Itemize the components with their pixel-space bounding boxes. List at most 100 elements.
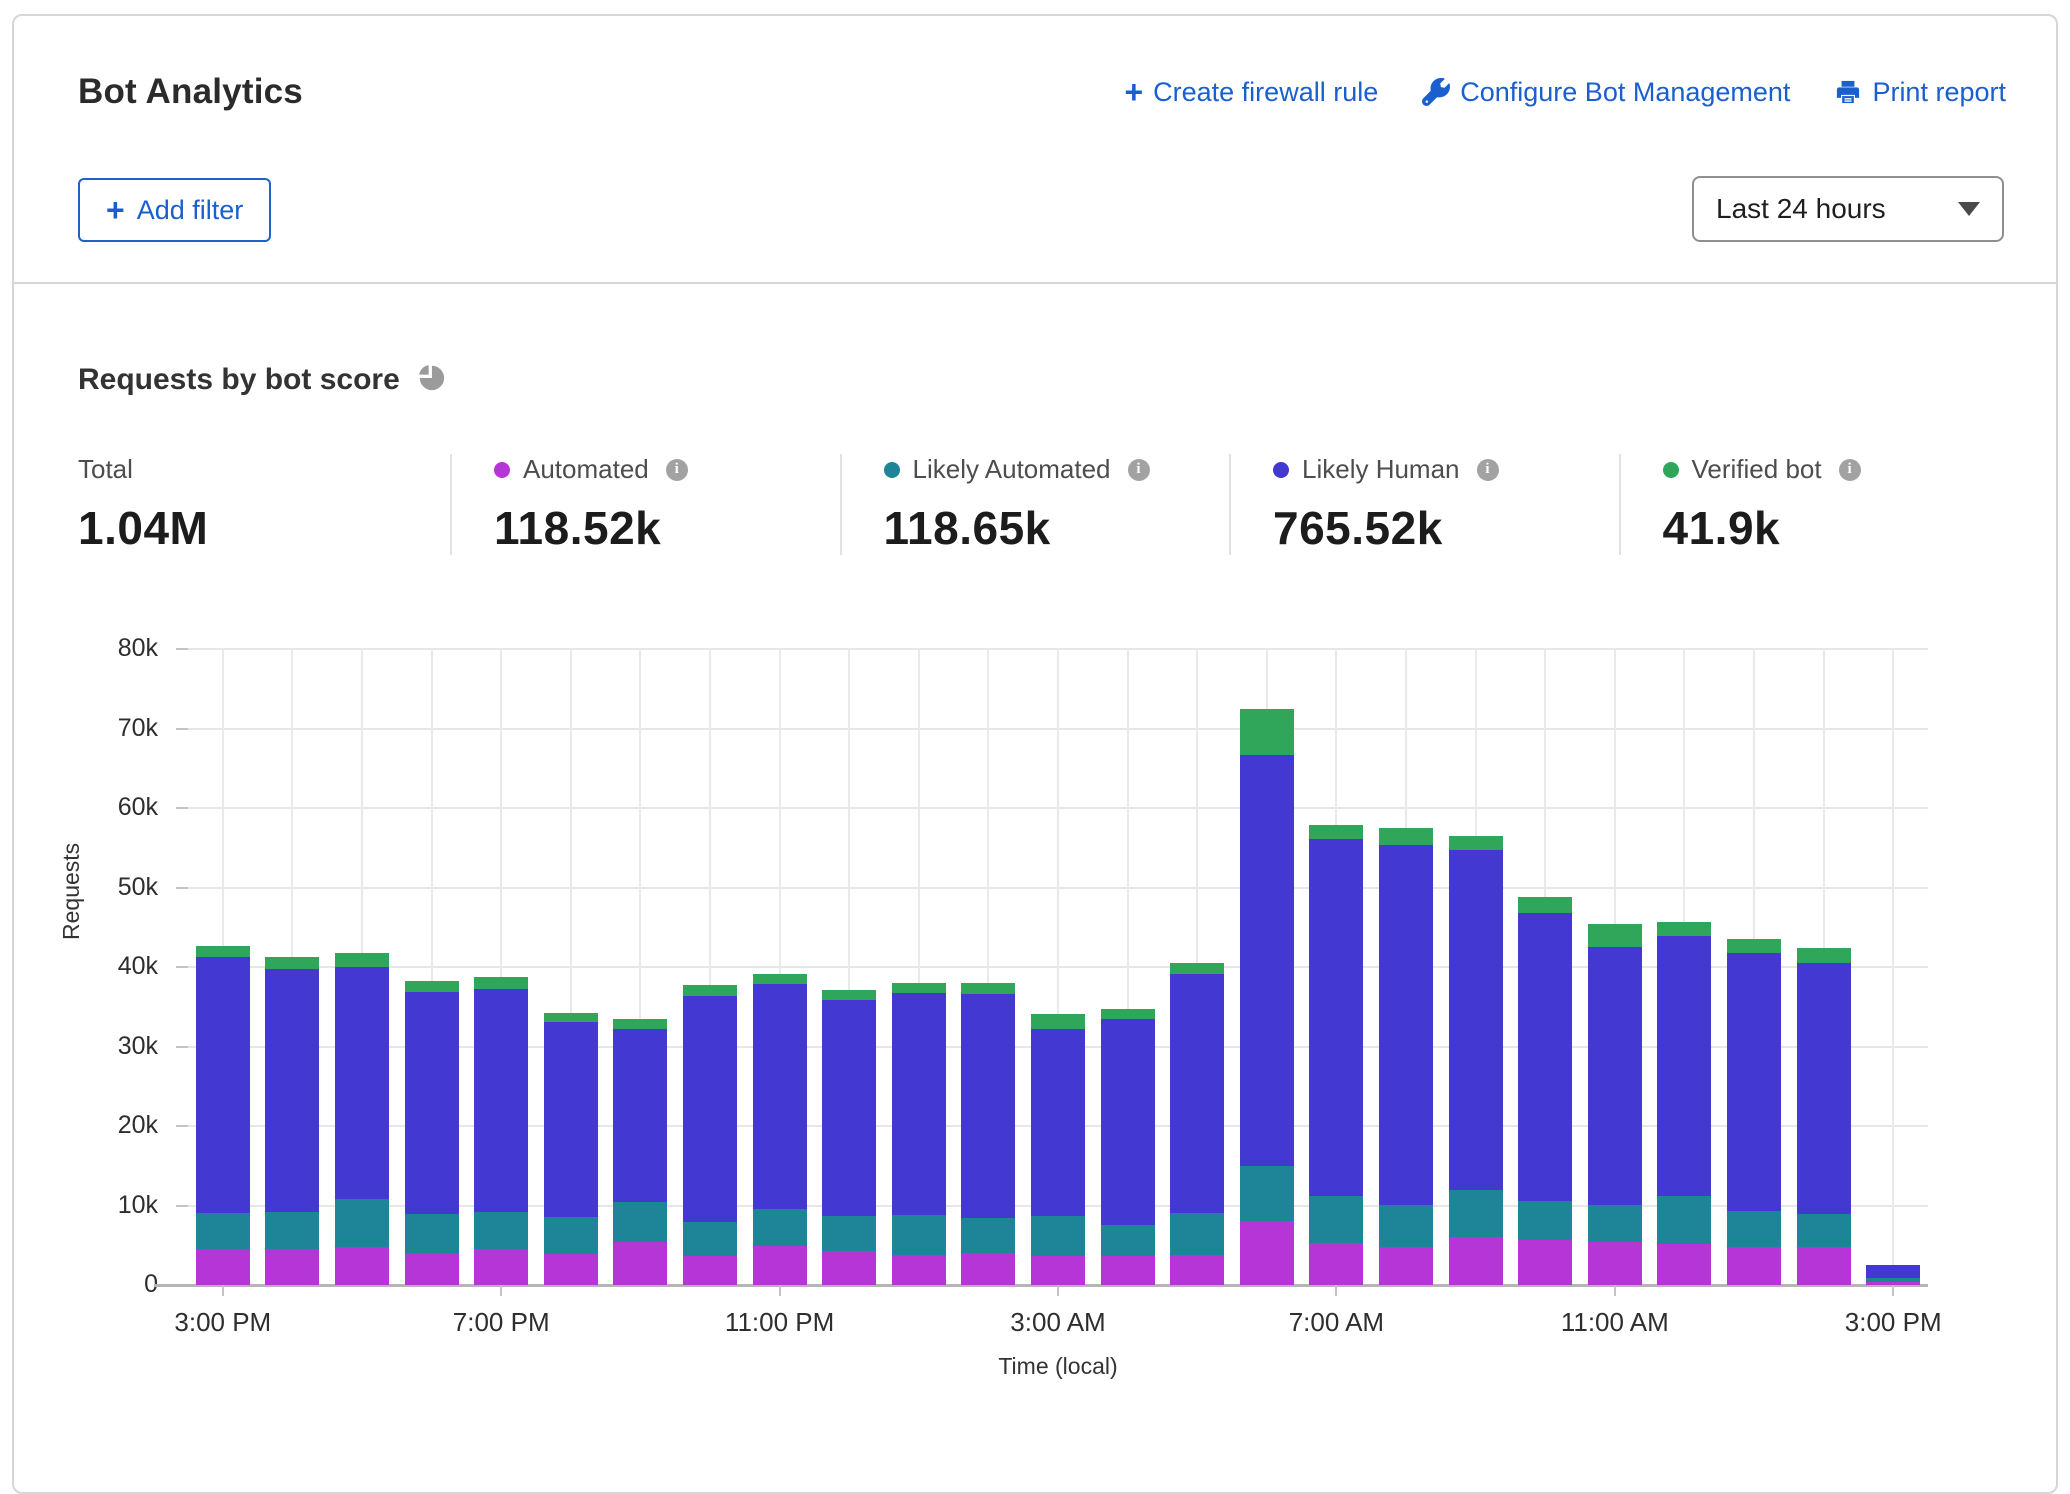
time-range-value: Last 24 hours <box>1716 193 1886 225</box>
bar-segment-verified-bot <box>196 946 250 957</box>
bar-segment-verified-bot <box>544 1013 598 1022</box>
bar-segment-likely-human <box>1240 755 1294 1166</box>
bar-segment-automated <box>1797 1247 1851 1285</box>
stacked-bar-500am[interactable] <box>1170 963 1224 1285</box>
info-icon[interactable]: i <box>1477 459 1499 481</box>
x-axis-tick <box>1614 1285 1616 1296</box>
bar-segment-likely-human <box>753 984 807 1209</box>
x-tick-label: 11:00 AM <box>1561 1307 1669 1338</box>
bar-segment-verified-bot <box>683 985 737 996</box>
stacked-bar-700am[interactable] <box>1309 825 1363 1285</box>
y-tick-label: 30k <box>38 1032 158 1061</box>
bar-segment-verified-bot <box>753 974 807 984</box>
stacked-bar-100pm[interactable] <box>1727 939 1781 1285</box>
bar-segment-likely-human <box>1657 936 1711 1196</box>
bar-segment-likely-human <box>405 992 459 1214</box>
stacked-bar-400am[interactable] <box>1101 1009 1155 1285</box>
bar-segment-likely-automated <box>265 1212 319 1249</box>
bar-segment-likely-human <box>1449 850 1503 1190</box>
info-icon[interactable]: i <box>1839 459 1861 481</box>
stacked-bar-800am[interactable] <box>1379 828 1433 1285</box>
gridline-vertical <box>1892 649 1894 1285</box>
add-filter-button[interactable]: + Add filter <box>78 178 271 242</box>
bar-segment-automated <box>1727 1247 1781 1285</box>
bar-segment-likely-human <box>822 1000 876 1216</box>
bar-segment-likely-automated <box>1240 1166 1294 1221</box>
stacked-bar-300am[interactable] <box>1031 1014 1085 1285</box>
bar-segment-likely-human <box>683 996 737 1222</box>
bar-segment-likely-automated <box>1449 1190 1503 1237</box>
stacked-bar-1100am[interactable] <box>1588 924 1642 1285</box>
stat-likely-human: Likely Human i 765.52k <box>1229 454 1619 555</box>
bar-segment-likely-automated <box>1031 1216 1085 1256</box>
stacked-bar-800pm[interactable] <box>544 1013 598 1285</box>
bar-segment-automated <box>1309 1243 1363 1285</box>
stacked-bar-1200am[interactable] <box>822 990 876 1285</box>
bar-segment-automated <box>1588 1242 1642 1285</box>
y-tick-label: 50k <box>38 873 158 902</box>
bar-segment-likely-human <box>335 967 389 1199</box>
bar-segment-automated <box>892 1255 946 1285</box>
stacked-bar-100am[interactable] <box>892 983 946 1285</box>
bar-segment-verified-bot <box>1797 948 1851 963</box>
x-axis-tick <box>1892 1285 1894 1296</box>
stacked-bar-1100pm[interactable] <box>753 974 807 1285</box>
stacked-bar-300pm[interactable] <box>196 946 250 1285</box>
bar-segment-verified-bot <box>822 990 876 1000</box>
print-report-link[interactable]: Print report <box>1834 77 2006 108</box>
stacked-bar-700pm[interactable] <box>474 977 528 1285</box>
bar-segment-likely-human <box>1031 1029 1085 1216</box>
create-firewall-rule-link[interactable]: + Create firewall rule <box>1124 76 1378 108</box>
bar-segment-automated <box>613 1242 667 1285</box>
x-tick-label: 3:00 PM <box>174 1307 271 1338</box>
y-tick-label: 80k <box>38 634 158 663</box>
info-icon[interactable]: i <box>1128 459 1150 481</box>
create-firewall-rule-label: Create firewall rule <box>1153 77 1378 108</box>
stacked-bar-600am[interactable] <box>1240 709 1294 1285</box>
y-axis-tick <box>176 807 188 809</box>
bar-segment-likely-human <box>1727 953 1781 1211</box>
bar-segment-verified-bot <box>1518 897 1572 913</box>
stat-value: 118.65k <box>884 501 1210 555</box>
x-axis-tick <box>500 1285 502 1296</box>
stacked-bar-1200pm[interactable] <box>1657 922 1711 1285</box>
bar-segment-likely-automated <box>544 1217 598 1254</box>
card-header: Bot Analytics + Create firewall rule Con… <box>14 16 2056 284</box>
bar-segment-likely-human <box>1309 839 1363 1196</box>
bar-segment-likely-human <box>544 1022 598 1217</box>
bar-segment-verified-bot <box>1449 836 1503 850</box>
stat-label: Automated <box>523 454 649 485</box>
stacked-bar-1000am[interactable] <box>1518 897 1572 1285</box>
stacked-bar-1000pm[interactable] <box>683 985 737 1285</box>
stacked-bar-900pm[interactable] <box>613 1019 667 1285</box>
requests-by-bot-score-chart: 010k20k30k40k50k60k70k80k3:00 PM7:00 PM1… <box>188 649 1928 1285</box>
stat-value: 1.04M <box>78 501 430 555</box>
y-tick-label: 10k <box>38 1191 158 1220</box>
time-range-dropdown[interactable]: Last 24 hours <box>1692 176 2004 242</box>
x-axis-title: Time (local) <box>998 1353 1117 1380</box>
y-axis-tick <box>176 648 188 650</box>
bar-segment-likely-automated <box>1727 1211 1781 1247</box>
likely-human-legend-dot <box>1273 462 1289 478</box>
configure-bot-management-link[interactable]: Configure Bot Management <box>1422 77 1790 108</box>
stats-row: Total 1.04M Automated i 118.52k Likely A… <box>78 454 2008 555</box>
x-axis-tick <box>779 1285 781 1296</box>
stacked-bar-500pm[interactable] <box>335 953 389 1285</box>
stacked-bar-600pm[interactable] <box>405 981 459 1285</box>
bar-segment-automated <box>961 1253 1015 1285</box>
bar-segment-automated <box>683 1256 737 1285</box>
stacked-bar-400pm[interactable] <box>265 957 319 1285</box>
bar-segment-likely-automated <box>1170 1213 1224 1255</box>
x-tick-label: 7:00 AM <box>1289 1307 1384 1338</box>
x-axis-tick <box>1057 1285 1059 1296</box>
x-tick-label: 11:00 PM <box>725 1307 834 1338</box>
info-icon[interactable]: i <box>666 459 688 481</box>
stacked-bar-900am[interactable] <box>1449 836 1503 1285</box>
bar-segment-likely-human <box>474 989 528 1212</box>
stacked-bar-300pm[interactable] <box>1866 1265 1920 1285</box>
stat-automated: Automated i 118.52k <box>450 454 840 555</box>
stacked-bar-200am[interactable] <box>961 983 1015 1285</box>
bar-segment-likely-automated <box>892 1215 946 1255</box>
automated-legend-dot <box>494 462 510 478</box>
stacked-bar-200pm[interactable] <box>1797 948 1851 1285</box>
